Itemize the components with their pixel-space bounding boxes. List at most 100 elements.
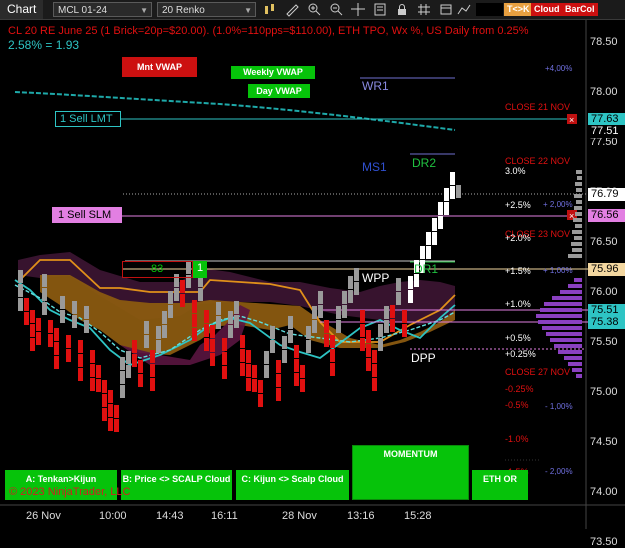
momentum-button[interactable]: MOMENTUM xyxy=(352,445,469,500)
renko-brick xyxy=(330,335,335,348)
renko-brick xyxy=(144,335,149,348)
renko-brick xyxy=(252,365,257,378)
renko-brick xyxy=(450,172,455,185)
volume-profile-row xyxy=(568,284,582,288)
renko-brick xyxy=(162,311,167,324)
lock-icon[interactable] xyxy=(394,2,410,17)
renko-brick xyxy=(444,188,449,201)
indicator-icon[interactable] xyxy=(456,2,472,17)
renko-brick xyxy=(258,380,263,393)
volume-profile-row xyxy=(544,302,582,306)
cloud-toggle-button[interactable]: Cloud xyxy=(531,3,563,16)
chart-panel[interactable]: × × CL 20 RE June 25 (1 Brick=20p=$20.00… xyxy=(0,20,625,548)
zoom-in-icon[interactable] xyxy=(306,2,322,17)
volume-profile-row xyxy=(577,176,582,180)
renko-brick xyxy=(222,366,227,379)
volume-profile-row xyxy=(554,344,582,348)
toolbar-separator xyxy=(476,3,503,16)
renko-brick xyxy=(234,315,239,328)
volume-profile-row xyxy=(573,218,582,222)
price-tick-label: 74.50 xyxy=(590,436,618,448)
time-tick-label: 28 Nov xyxy=(282,510,317,522)
renko-brick xyxy=(78,368,83,381)
renko-brick xyxy=(48,320,53,333)
order-quantity-right[interactable]: 1 xyxy=(193,261,207,278)
pivot-ms1-label: MS1 xyxy=(362,160,387,174)
interval-value: 20 Renko xyxy=(162,5,205,16)
renko-brick xyxy=(42,288,47,301)
volume-profile-row xyxy=(572,230,582,234)
renko-brick xyxy=(96,379,101,392)
renko-brick xyxy=(408,276,413,289)
properties-icon[interactable] xyxy=(372,2,388,17)
renko-brick xyxy=(126,365,131,378)
renko-brick xyxy=(450,186,455,199)
renko-brick xyxy=(354,268,359,281)
renko-brick xyxy=(18,284,23,297)
renko-brick xyxy=(156,340,161,353)
chart-header-line2: 2.58% = 1.93 xyxy=(8,38,80,52)
renko-brick xyxy=(228,311,233,324)
chevron-down-icon: ▼ xyxy=(244,6,252,15)
renko-brick xyxy=(318,305,323,318)
pct-label: +1.5% xyxy=(505,266,531,276)
crosshair-icon[interactable] xyxy=(350,2,366,17)
renko-brick xyxy=(228,325,233,338)
renko-brick xyxy=(336,320,341,333)
close-22-nov-label: CLOSE 22 NOV xyxy=(505,156,571,166)
volume-profile-row xyxy=(560,290,582,294)
renko-brick xyxy=(306,326,311,339)
interval-selector[interactable]: 20 Renko ▼ xyxy=(157,2,256,17)
volume-profile-row xyxy=(536,314,582,318)
renko-brick xyxy=(180,294,185,307)
renko-brick xyxy=(78,340,83,353)
renko-brick xyxy=(432,218,437,231)
renko-brick xyxy=(210,353,215,366)
renko-brick xyxy=(408,290,413,303)
hash-grid-icon[interactable] xyxy=(416,2,432,17)
renko-brick xyxy=(24,298,29,311)
volume-profile-row xyxy=(574,236,582,240)
renko-brick xyxy=(210,339,215,352)
kijun-scalp-button[interactable]: C: Kijun <> Scalp Cloud xyxy=(236,470,349,500)
order-quantity-box[interactable]: 83 xyxy=(122,261,193,278)
renko-brick xyxy=(402,310,407,323)
zoom-out-icon[interactable] xyxy=(328,2,344,17)
chart-tab-title[interactable]: Chart xyxy=(0,0,44,19)
renko-brick xyxy=(150,350,155,363)
chart-header-line1: CL 20 RE June 25 (1 Brick=20p=$20.00). (… xyxy=(8,25,529,37)
pct-label: +2.5% xyxy=(505,200,531,210)
renko-brick xyxy=(276,374,281,387)
pivot-wr1-label: WR1 xyxy=(362,79,389,93)
chart-style-icon[interactable] xyxy=(262,2,278,17)
draw-tool-icon[interactable] xyxy=(284,2,300,17)
renko-brick xyxy=(66,335,71,348)
renko-brick xyxy=(240,363,245,376)
volume-profile-row xyxy=(574,194,582,198)
price-scalp-button[interactable]: B: Price <> SCALP Cloud xyxy=(121,470,232,500)
renko-brick xyxy=(222,352,227,365)
renko-brick xyxy=(204,338,209,351)
renko-brick xyxy=(132,340,137,353)
price-tick-label: 78.50 xyxy=(590,36,618,48)
time-tick-label: 15:28 xyxy=(404,510,432,522)
volume-profile-row xyxy=(546,332,582,336)
renko-brick xyxy=(30,310,35,323)
tk-toggle-button[interactable]: T<>K xyxy=(504,3,533,16)
sell-slm-order-label[interactable]: 1 Sell SLM xyxy=(52,207,122,223)
price-plot[interactable]: × × xyxy=(0,20,625,529)
renko-brick xyxy=(378,324,383,337)
pct-label: -0.25% xyxy=(505,384,534,394)
volume-profile-row xyxy=(575,182,582,186)
data-box-icon[interactable] xyxy=(438,2,454,17)
renko-brick xyxy=(324,320,329,333)
volume-profile-row xyxy=(572,368,582,372)
renko-brick xyxy=(372,364,377,377)
eth-or-button[interactable]: ETH OR xyxy=(472,470,528,500)
sell-lmt-order-label[interactable]: 1 Sell LMT xyxy=(55,111,121,127)
barcol-toggle-button[interactable]: BarCol xyxy=(562,3,598,16)
renko-brick xyxy=(48,334,53,347)
renko-brick xyxy=(246,350,251,363)
instrument-selector[interactable]: MCL 01-24 ▼ xyxy=(53,2,152,17)
renko-brick xyxy=(240,335,245,348)
